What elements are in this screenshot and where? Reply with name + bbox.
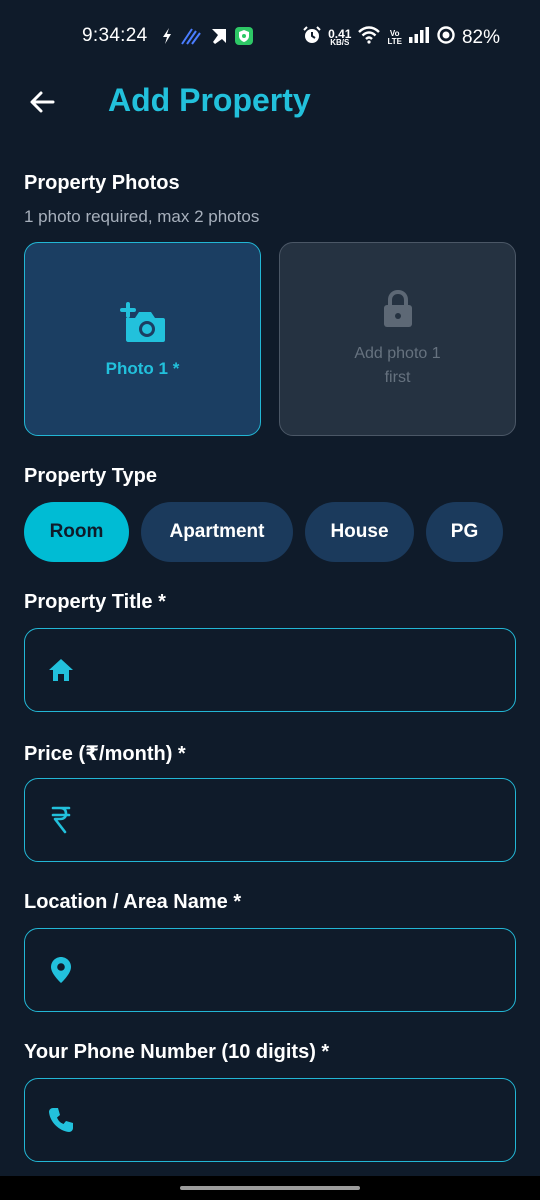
- alarm-icon: [302, 25, 322, 50]
- lock-icon: [381, 289, 415, 334]
- back-button[interactable]: [24, 86, 60, 122]
- net-speed-value: 0.41: [328, 26, 352, 41]
- photos-label: Property Photos: [24, 172, 180, 194]
- property-title-label: Property Title *: [24, 591, 166, 613]
- chip-house[interactable]: House: [305, 502, 414, 562]
- photo-slot-2-label: Add photo 1 first: [354, 344, 441, 386]
- photo-slot-2: Add photo 1 first: [279, 242, 516, 436]
- arrow-left-icon: [28, 88, 56, 121]
- volte-bottom: LTE: [387, 36, 402, 46]
- volte-indicator: Vo LTE: [387, 29, 402, 46]
- phone-input[interactable]: [97, 1079, 515, 1161]
- home-icon: [25, 657, 97, 683]
- signal-icon: [408, 26, 430, 49]
- location-pin-icon: [25, 955, 97, 985]
- shield-app-icon: [234, 26, 254, 51]
- battery-percent: 82%: [461, 26, 500, 48]
- property-title-input[interactable]: [97, 629, 515, 711]
- page-title: Add Property: [108, 82, 311, 118]
- system-nav-bar: [0, 1176, 540, 1200]
- phone-icon: [25, 1106, 97, 1134]
- net-speed: 0.41 KB/S: [328, 26, 352, 47]
- send-icon: [209, 26, 229, 51]
- price-input[interactable]: [97, 779, 515, 861]
- property-title-field[interactable]: [24, 628, 516, 712]
- home-gesture-handle[interactable]: [180, 1186, 360, 1190]
- photo-slot-1-label: Photo 1 *: [105, 358, 180, 378]
- status-time: 9:34:24: [82, 25, 148, 46]
- flash-icon: [160, 26, 174, 51]
- photos-hint: 1 photo required, max 2 photos: [24, 207, 260, 226]
- add-photo-camera-icon: [118, 300, 168, 349]
- battery-ring-icon: [436, 25, 456, 50]
- location-field[interactable]: [24, 928, 516, 1012]
- net-speed-unit: KB/S: [330, 37, 350, 47]
- property-type-label: Property Type: [24, 465, 157, 487]
- photo-slot-1[interactable]: Photo 1 *: [24, 242, 261, 436]
- property-type-chips: Room Apartment House PG: [24, 502, 503, 562]
- phone-field[interactable]: [24, 1078, 516, 1162]
- chip-room[interactable]: Room: [24, 502, 129, 562]
- location-input[interactable]: [97, 929, 515, 1011]
- phone-label: Your Phone Number (10 digits) *: [24, 1041, 330, 1063]
- chip-pg[interactable]: PG: [426, 502, 503, 562]
- wifi-icon: [357, 25, 381, 50]
- chip-apartment[interactable]: Apartment: [141, 502, 293, 562]
- status-bar: 9:34:24 0.41 KB/S Vo LTE 82%: [0, 0, 540, 72]
- rupee-icon: [25, 805, 97, 835]
- location-label: Location / Area Name *: [24, 891, 242, 913]
- app-notification-icon: [180, 26, 202, 51]
- price-label: Price (₹/month) *: [24, 743, 186, 765]
- status-right-icons: 0.41 KB/S Vo LTE 82%: [302, 25, 500, 50]
- app-bar: Add Property: [0, 72, 540, 136]
- price-field[interactable]: [24, 778, 516, 862]
